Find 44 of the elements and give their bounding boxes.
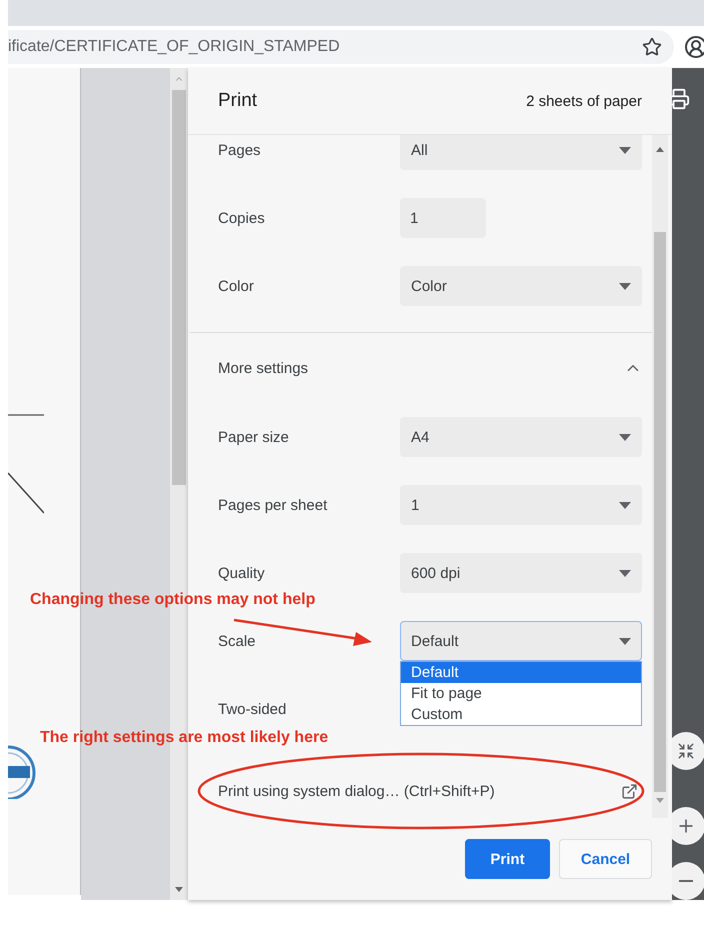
zoom-in-button[interactable] — [672, 807, 704, 846]
scroll-up-icon[interactable] — [656, 147, 664, 152]
dialog-title: Print — [218, 90, 258, 112]
url-text: ificate/CERTIFICATE_OF_ORIGIN_STAMPED — [8, 38, 341, 56]
dropdown[interactable]: Color — [400, 266, 642, 306]
dropdown[interactable]: A4 — [400, 417, 642, 457]
zoom-out-button[interactable] — [672, 862, 704, 900]
dropdown[interactable]: 600 dpi — [400, 553, 642, 593]
external-link-icon — [621, 782, 638, 800]
setting-label: Pages — [218, 142, 262, 158]
caret-icon — [619, 638, 631, 644]
star-icon[interactable] — [642, 37, 662, 57]
scrollbar-thumb[interactable] — [172, 90, 186, 485]
setting-label: Paper size — [218, 428, 290, 446]
fit-page-button[interactable] — [672, 732, 704, 770]
caret-icon — [619, 146, 631, 154]
annotation-text: The right settings are most likely here — [40, 729, 328, 747]
caret-icon — [619, 434, 631, 440]
dropdown[interactable]: 1 — [400, 485, 642, 525]
annotation-text: Changing these options may not help — [30, 591, 316, 609]
setting-label: Scale — [218, 632, 257, 650]
sheet-count: 2 sheets of paper — [526, 92, 642, 110]
more-settings-toggle[interactable]: More settings — [218, 333, 642, 403]
scroll-down-icon[interactable] — [175, 887, 183, 892]
setting-label: Copies — [218, 210, 266, 226]
caret-icon — [619, 282, 631, 290]
shrink-icon — [677, 742, 695, 760]
setting-label: Quality — [218, 564, 266, 582]
dropdown-option[interactable]: Default — [401, 662, 641, 683]
cancel-button[interactable]: Cancel — [559, 839, 652, 879]
input-field[interactable]: 1 — [400, 198, 486, 238]
dropdown[interactable]: All — [400, 135, 642, 170]
scrollbar-thumb[interactable] — [654, 232, 666, 792]
setting-label: Color — [218, 278, 255, 294]
dropdown[interactable]: Default — [400, 621, 642, 661]
print-button[interactable]: Print — [465, 839, 550, 879]
printer-icon[interactable] — [672, 88, 690, 110]
address-bar[interactable]: ificate/CERTIFICATE_OF_ORIGIN_STAMPED — [8, 30, 674, 64]
caret-icon — [619, 502, 631, 508]
setting-label: Pages per sheet — [218, 496, 328, 514]
setting-label: Two-sided — [218, 700, 288, 718]
caret-icon — [619, 570, 631, 576]
minus-icon — [679, 880, 693, 882]
account-icon[interactable] — [684, 35, 704, 59]
